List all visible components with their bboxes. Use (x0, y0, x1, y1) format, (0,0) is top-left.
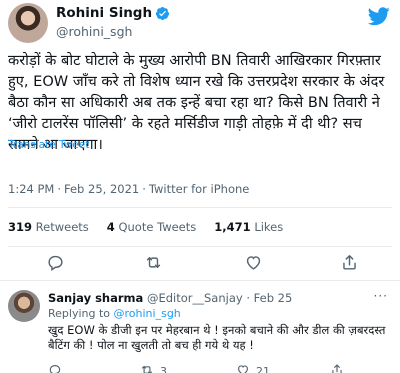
reply-date[interactable]: Feb 25 (254, 291, 293, 305)
replying-to-label: Replying to (48, 307, 111, 320)
replying-to: Replying to @rohini_sgh (48, 307, 181, 320)
reply-header: Sanjay sharma @Editor__Sanjay · Feb 25 (48, 291, 292, 305)
verified-badge-icon (155, 6, 170, 21)
reply-like-button[interactable]: 21 (236, 363, 270, 373)
retweet-icon (144, 253, 163, 276)
like-button[interactable] (241, 252, 265, 276)
retweets-count: 319 (8, 220, 33, 234)
meta-separator: · (57, 182, 61, 196)
heart-icon (244, 253, 263, 276)
reply-separator: · (246, 291, 250, 305)
reply-retweet-count: 3 (160, 365, 167, 373)
reply-author-name[interactable]: Sanjay sharma (48, 291, 143, 305)
reply-share-button[interactable] (330, 363, 344, 373)
twitter-bird-icon[interactable] (367, 5, 390, 31)
author-name-row[interactable]: Rohini Singh (56, 5, 170, 21)
reply-text: खुद EOW के डीजी इन पर मेहरबान थे ! इनको … (48, 323, 386, 352)
quote-tweets-label: Quote Tweets (118, 220, 197, 234)
divider (8, 246, 392, 247)
share-icon (340, 253, 359, 276)
quote-tweets-stat[interactable]: 4 Quote Tweets (107, 220, 196, 234)
likes-count: 1,471 (214, 220, 251, 234)
retweets-label: Retweets (35, 220, 89, 234)
share-button[interactable] (337, 252, 361, 276)
quote-tweets-count: 4 (106, 220, 115, 234)
tweet-stats: 319 Retweets 4 Quote Tweets 1,471 Likes (8, 220, 283, 234)
reply-retweet-button[interactable]: 3 (140, 363, 167, 373)
reply-author-avatar[interactable] (8, 290, 40, 322)
retweet-button[interactable] (141, 252, 165, 276)
heart-icon (236, 363, 250, 373)
tweet-date[interactable]: Feb 25, 2021 (64, 182, 139, 196)
retweet-icon (140, 363, 154, 373)
reply-button[interactable] (43, 252, 67, 276)
replying-to-mention[interactable]: @rohini_sgh (114, 307, 181, 320)
author-name[interactable]: Rohini Singh (56, 5, 152, 21)
likes-label: Likes (254, 220, 284, 234)
meta-separator: · (142, 182, 146, 196)
reply-reply-button[interactable] (48, 363, 62, 373)
tweet-time[interactable]: 1:24 PM (8, 182, 54, 196)
tweet-source[interactable]: Twitter for iPhone (149, 182, 250, 196)
reply-tweet[interactable]: Sanjay sharma @Editor__Sanjay · Feb 25 ·… (0, 280, 400, 373)
reply-action-bar: 3 21 (48, 363, 348, 373)
likes-stat[interactable]: 1,471 Likes (214, 220, 283, 234)
author-handle[interactable]: @rohini_sgh (56, 24, 132, 39)
tweet-meta: 1:24 PM · Feb 25, 2021 · Twitter for iPhone (8, 182, 249, 196)
tweet-header: Rohini Singh @rohini_sgh (0, 0, 400, 46)
tweet-action-bar (0, 252, 400, 276)
reply-icon (46, 253, 65, 276)
author-avatar[interactable] (8, 3, 48, 43)
share-icon (330, 363, 344, 373)
translate-tweet-link[interactable]: Translate Tweet (8, 139, 89, 151)
reply-like-count: 21 (256, 365, 270, 373)
reply-author-handle[interactable]: @Editor__Sanjay (147, 291, 243, 305)
retweets-stat[interactable]: 319 Retweets (8, 220, 89, 234)
divider (8, 207, 392, 208)
reply-icon (48, 363, 62, 373)
more-dots-icon[interactable]: ··· (374, 289, 388, 303)
